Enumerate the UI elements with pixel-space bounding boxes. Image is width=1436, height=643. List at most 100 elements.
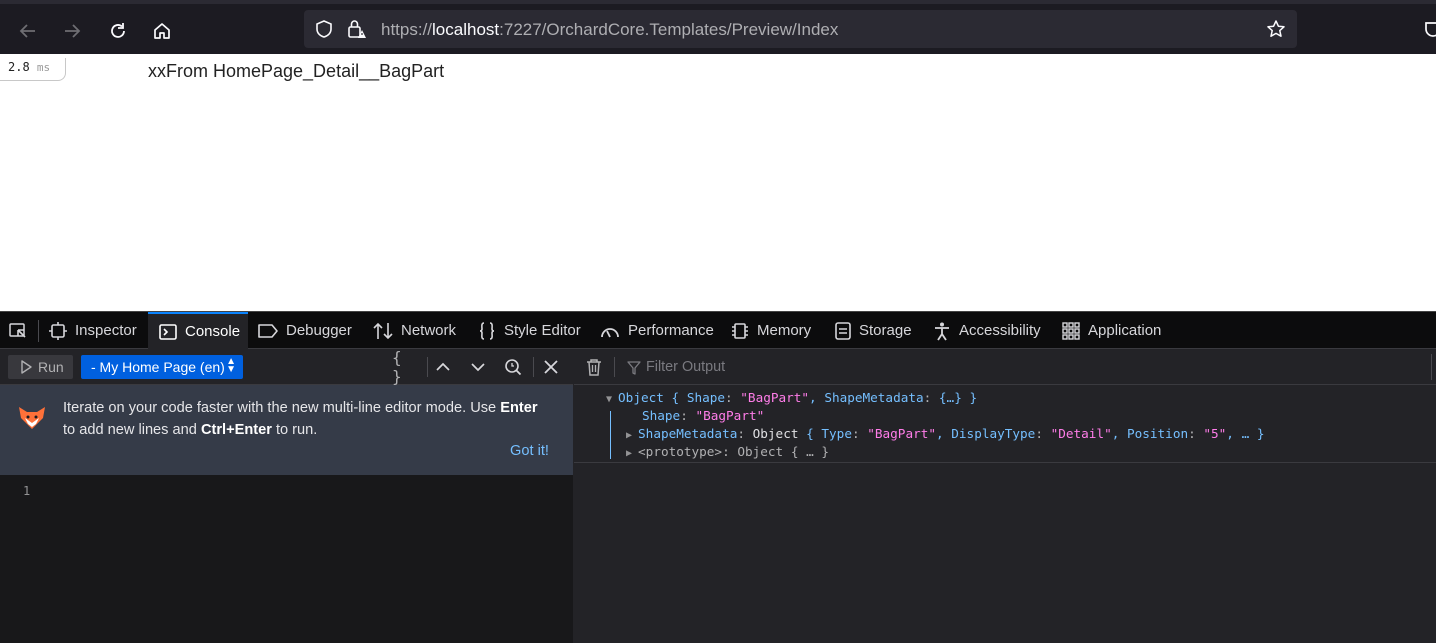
toolbar-divider <box>1431 354 1432 380</box>
property-row-shapemetadata[interactable]: ▶ ShapeMetadata: Object { Type: "BagPart… <box>626 425 1265 445</box>
punctuation: } <box>961 390 978 405</box>
page-viewport: 2.8 ms xxFrom HomePage_Detail__BagPart <box>0 54 1436 311</box>
punctuation: : <box>722 444 738 459</box>
tab-label: Console <box>185 323 241 340</box>
got-it-link[interactable]: Got it! <box>510 443 549 459</box>
collapsed-triangle-icon[interactable]: ▶ <box>626 430 638 441</box>
accessibility-icon <box>935 322 949 340</box>
editor-toolbar: Run - My Home Page (en) ▲ ▼ { } <box>0 348 573 386</box>
shield-icon[interactable] <box>314 19 334 39</box>
close-icon <box>544 360 558 374</box>
notice-key-enter: Enter <box>500 400 538 416</box>
punctuation: : <box>851 426 868 441</box>
punctuation: , <box>936 426 952 441</box>
url-text[interactable]: https://localhost:7227/OrchardCore.Templ… <box>381 20 838 40</box>
play-icon <box>21 360 32 374</box>
search-history-icon <box>505 359 522 376</box>
punctuation: : <box>923 390 939 405</box>
lock-warning-icon[interactable] <box>346 18 368 40</box>
notice-text-part: to add new lines and <box>63 422 201 438</box>
property-key: ShapeMetadata <box>824 390 924 405</box>
notice-text: Iterate on your code faster with the new… <box>63 397 563 441</box>
punctuation: : <box>1188 426 1204 441</box>
property-value: Object { … } <box>737 444 830 459</box>
property-key: DisplayType <box>951 426 1036 441</box>
tab-label: Debugger <box>286 322 352 339</box>
toolbar-divider <box>614 357 615 377</box>
tab-network[interactable]: Network <box>372 312 456 349</box>
tab-performance[interactable]: Performance <box>599 312 714 349</box>
property-row-prototype[interactable]: ▶ <prototype>: Object { … } <box>626 443 829 463</box>
property-value: {…} <box>938 390 962 405</box>
tab-label: Inspector <box>75 322 137 339</box>
home-icon <box>154 23 170 39</box>
punctuation: { <box>798 426 822 441</box>
home-button[interactable] <box>147 16 177 46</box>
url-host: localhost <box>432 20 500 39</box>
toolbar-divider <box>427 357 428 377</box>
close-editor-button[interactable] <box>538 355 564 379</box>
punctuation: , … } <box>1226 426 1265 441</box>
element-picker-icon[interactable] <box>8 321 28 341</box>
chevron-down-icon <box>471 363 485 372</box>
tab-application[interactable]: Application <box>1061 312 1161 349</box>
arrow-left-icon <box>19 24 35 38</box>
pretty-print-button[interactable]: { } <box>392 348 418 386</box>
url-bar[interactable]: https://localhost:7227/OrchardCore.Templ… <box>304 10 1297 48</box>
network-icon <box>373 322 393 339</box>
context-select[interactable]: - My Home Page (en) ▲ ▼ <box>81 355 243 379</box>
tab-style-editor[interactable]: Style Editor <box>477 312 581 349</box>
reload-icon <box>111 23 125 38</box>
star-icon[interactable] <box>1266 19 1286 39</box>
gauge-icon <box>601 327 619 337</box>
arrow-right-icon <box>65 24 81 38</box>
reload-button[interactable] <box>103 16 133 46</box>
debugger-icon <box>258 323 278 338</box>
braces-label: { } <box>392 348 402 386</box>
tab-label: Style Editor <box>504 322 581 339</box>
forward-button[interactable] <box>57 16 87 46</box>
select-arrows-icon: ▲ ▼ <box>226 356 236 375</box>
history-up-button[interactable] <box>430 355 456 379</box>
tab-accessibility[interactable]: Accessibility <box>932 312 1041 349</box>
run-button[interactable]: Run <box>8 355 73 379</box>
object-summary-row[interactable]: ▼ Object { Shape: "BagPart", ShapeMetada… <box>606 389 977 409</box>
punctuation: { <box>663 390 687 405</box>
memory-chip-icon <box>732 322 748 339</box>
tab-console[interactable]: Console <box>148 312 248 349</box>
property-value: "Detail" <box>1050 426 1112 441</box>
code-editor[interactable]: 1 <box>0 475 573 643</box>
property-key: Shape <box>642 408 681 423</box>
history-down-button[interactable] <box>465 355 491 379</box>
tab-label: Storage <box>859 322 912 339</box>
property-value: "BagPart" <box>867 426 936 441</box>
collapsed-triangle-icon[interactable]: ▶ <box>626 448 638 459</box>
back-button[interactable] <box>13 16 43 46</box>
render-timer: 2.8 ms <box>0 58 66 81</box>
clear-output-button[interactable] <box>581 355 607 379</box>
property-row-shape: Shape: "BagPart" <box>642 407 764 425</box>
tab-memory[interactable]: Memory <box>730 312 811 349</box>
timer-unit: ms <box>36 61 51 74</box>
url-scheme: https:// <box>381 20 433 39</box>
expanded-triangle-icon[interactable]: ▼ <box>606 394 618 405</box>
browser-toolbar: https://localhost:7227/OrchardCore.Templ… <box>0 0 1436 54</box>
console-output-pane: Filter Output ▼ Object { Shape: "BagPart… <box>574 349 1436 643</box>
punctuation: , <box>809 390 825 405</box>
notice-key-ctrl-enter: Ctrl+Enter <box>200 422 272 438</box>
punctuation: : <box>737 426 753 441</box>
property-value: "BagPart" <box>740 390 810 405</box>
tree-guide-line <box>610 411 611 459</box>
reverse-search-button[interactable] <box>500 355 526 379</box>
pocket-icon[interactable] <box>1424 20 1436 40</box>
page-body-text: xxFrom HomePage_Detail__BagPart <box>148 61 445 81</box>
tab-inspector[interactable]: Inspector <box>48 312 137 349</box>
property-value: "5" <box>1203 426 1227 441</box>
trash-icon <box>587 359 601 376</box>
tab-debugger[interactable]: Debugger <box>257 312 352 349</box>
tab-storage[interactable]: Storage <box>834 312 912 349</box>
filter-output-input[interactable]: Filter Output <box>646 359 725 375</box>
timer-value: 2.8 <box>8 60 30 74</box>
filter-bar: Filter Output <box>574 349 1436 385</box>
toolbar-divider <box>533 357 534 377</box>
